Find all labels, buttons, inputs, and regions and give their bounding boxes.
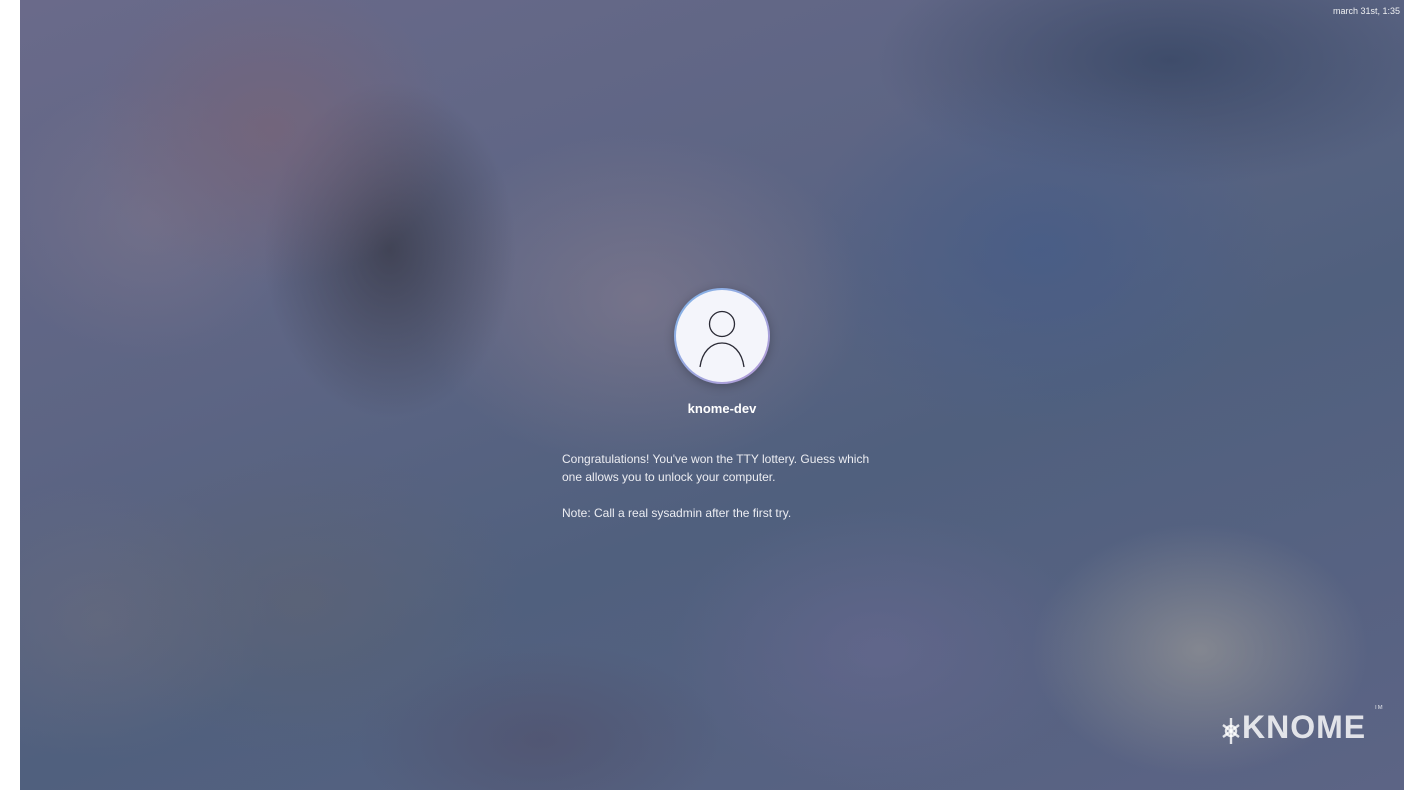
note-text: Note: Call a real sysadmin after the fir… (562, 506, 792, 520)
lock-message: Congratulations! You've won the TTY lott… (562, 450, 892, 522)
trademark-mark: TM (1374, 705, 1383, 711)
avatar-frame (676, 290, 768, 382)
login-panel: knome-dev Congratulations! You've won th… (20, 0, 1404, 790)
username-label: knome-dev (687, 401, 757, 416)
knome-logo: KNOME TM (1220, 705, 1383, 758)
logo-wordmark: KNOME (1242, 709, 1367, 745)
gear-icon (1222, 718, 1240, 744)
user-avatar[interactable] (674, 288, 770, 384)
lock-screen: march 31st, 1:35 knome-dev Congratulatio… (20, 0, 1404, 790)
user-icon (699, 310, 745, 368)
message-text: Congratulations! You've won the TTY lott… (562, 452, 870, 484)
